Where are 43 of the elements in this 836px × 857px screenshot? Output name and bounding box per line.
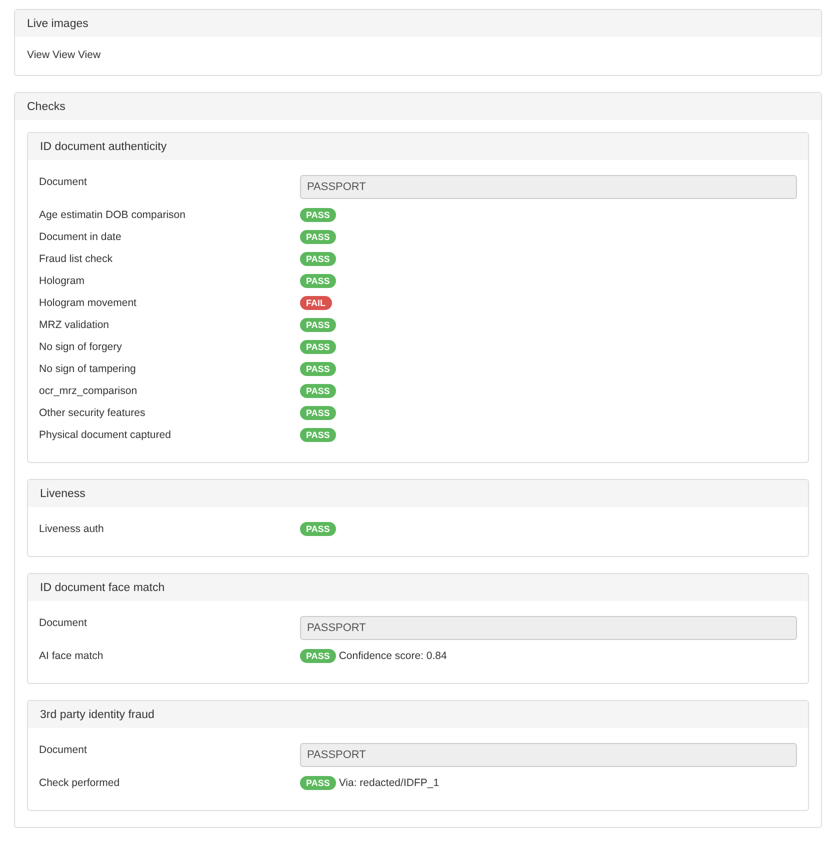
panel-title: Checks bbox=[27, 100, 66, 112]
status-badge: PASS bbox=[300, 384, 336, 398]
section-title: ID document face match bbox=[40, 582, 165, 594]
check-label: Liveness auth bbox=[39, 523, 105, 535]
section-title: 3rd party identity fraud bbox=[40, 708, 154, 720]
check-label: AI face match bbox=[39, 650, 104, 662]
document-field[interactable]: PASSPORT bbox=[300, 743, 797, 767]
status-badge: PASS bbox=[300, 274, 336, 288]
field-label: Document bbox=[39, 616, 88, 629]
check-note: Via: redacted/IDFP_1 bbox=[338, 777, 440, 789]
status-badge: PASS bbox=[300, 208, 336, 222]
document-field[interactable]: PASSPORT bbox=[300, 616, 797, 640]
status-badge: PASS bbox=[300, 649, 336, 663]
status-badge: FAIL bbox=[300, 296, 332, 310]
check-label: Hologram movement bbox=[39, 297, 138, 309]
check-note: Confidence score: 0.84 bbox=[338, 650, 447, 662]
check-label: ocr_mrz_comparison bbox=[39, 385, 138, 397]
section-title: ID document authenticity bbox=[40, 140, 167, 152]
panel-title: Live images bbox=[27, 18, 88, 30]
status-badge: PASS bbox=[300, 428, 336, 442]
check-label: Check performed bbox=[39, 777, 121, 789]
check-label: No sign of tampering bbox=[39, 363, 137, 375]
check-label: MRZ validation bbox=[39, 319, 110, 331]
section-title: Liveness bbox=[40, 488, 86, 500]
check-label: Age estimatin DOB comparison bbox=[39, 209, 186, 221]
view-links[interactable]: View View View bbox=[27, 49, 101, 61]
status-badge: PASS bbox=[300, 230, 336, 244]
check-label: Physical document captured bbox=[39, 429, 172, 441]
status-badge: PASS bbox=[300, 340, 336, 354]
document-field[interactable]: PASSPORT bbox=[300, 175, 797, 199]
check-label: Other security features bbox=[39, 407, 146, 419]
status-badge: PASS bbox=[300, 522, 336, 536]
status-badge: PASS bbox=[300, 252, 336, 266]
check-label: No sign of forgery bbox=[39, 341, 123, 353]
status-badge: PASS bbox=[300, 318, 336, 332]
status-badge: PASS bbox=[300, 406, 336, 420]
check-label: Document in date bbox=[39, 231, 122, 243]
check-label: Fraud list check bbox=[39, 253, 114, 265]
field-label: Document bbox=[39, 175, 88, 188]
field-label: Document bbox=[39, 743, 88, 756]
status-badge: PASS bbox=[300, 776, 336, 790]
check-label: Hologram bbox=[39, 275, 86, 287]
status-badge: PASS bbox=[300, 362, 336, 376]
